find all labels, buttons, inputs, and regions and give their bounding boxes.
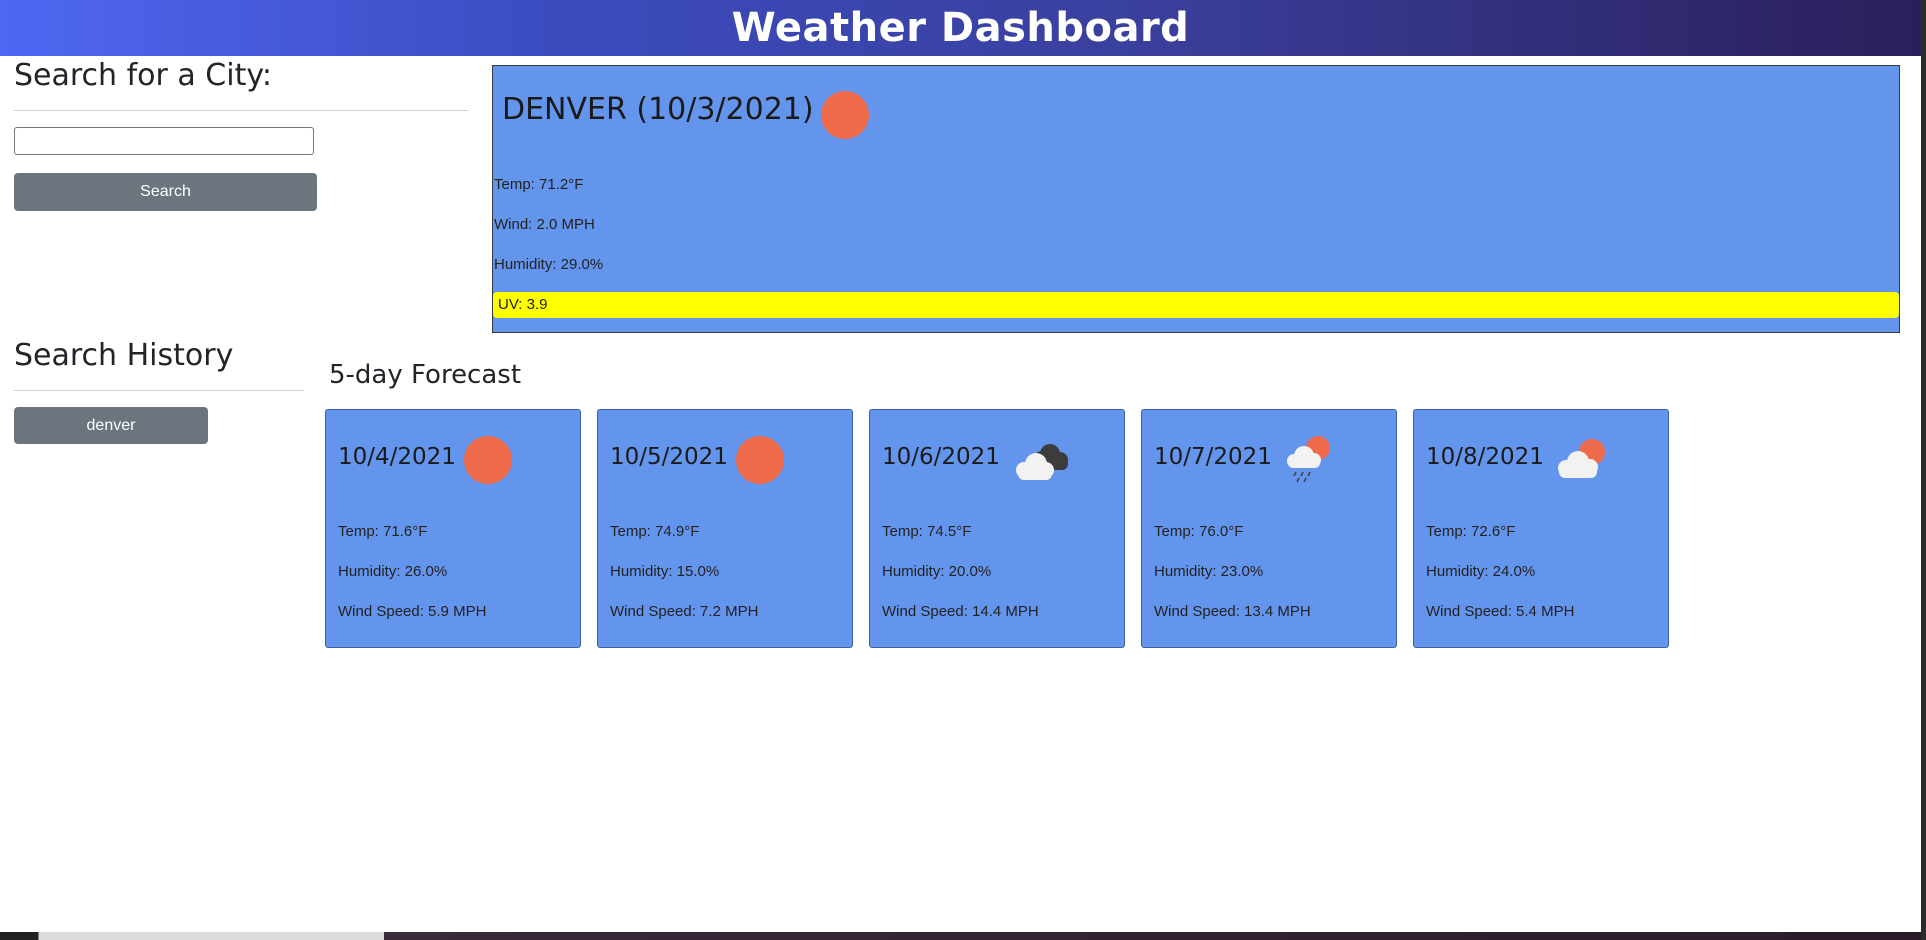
sun-icon [736,436,784,484]
forecast-wind: Wind Speed: 14.4 MPH [882,603,1039,620]
search-divider [14,110,468,111]
forecast-temp: Temp: 74.5°F [882,523,972,540]
forecast-date: 10/8/2021 [1426,444,1544,470]
current-temp: Temp: 71.2°F [494,176,584,193]
partly-cloudy-icon [1558,439,1605,478]
current-humidity: Humidity: 29.0% [494,256,604,273]
taskbar-strip [0,932,1921,940]
window-edge [1921,0,1926,940]
forecast-temp: Temp: 72.6°F [1426,523,1516,540]
current-wind: Wind: 2.0 MPH [494,216,595,233]
forecast-card: 10/4/2021 Temp: 71.6°F Humidity: 26.0% W… [325,409,581,648]
city-search-input[interactable] [14,127,314,155]
forecast-humidity: Humidity: 24.0% [1426,563,1536,580]
cloudy-icon [1016,444,1068,480]
current-city-title: DENVER (10/3/2021) [502,92,814,127]
forecast-temp: Temp: 74.9°F [610,523,700,540]
sun-icon [464,436,512,484]
forecast-temp: Temp: 76.0°F [1154,523,1244,540]
page-header: Weather Dashboard [0,0,1921,56]
forecast-wind: Wind Speed: 13.4 MPH [1154,603,1311,620]
forecast-card: 10/7/2021 Temp: 76.0°F Humidity: 23.0% W… [1141,409,1397,648]
rain-sun-icon [1287,436,1330,483]
forecast-card: 10/5/2021 Temp: 74.9°F Humidity: 15.0% W… [597,409,853,648]
history-divider [14,390,304,391]
forecast-wind: Wind Speed: 5.4 MPH [1426,603,1575,620]
forecast-humidity: Humidity: 20.0% [882,563,992,580]
forecast-humidity: Humidity: 23.0% [1154,563,1264,580]
forecast-heading: 5-day Forecast [329,360,522,390]
search-button[interactable]: Search [14,173,317,211]
forecast-date: 10/4/2021 [338,444,456,470]
forecast-humidity: Humidity: 15.0% [610,563,720,580]
forecast-humidity: Humidity: 26.0% [338,563,448,580]
current-weather-card: DENVER (10/3/2021) Temp: 71.2°F Wind: 2.… [492,65,1900,333]
history-heading: Search History [14,338,234,373]
forecast-wind: Wind Speed: 7.2 MPH [610,603,759,620]
sun-icon [821,91,869,139]
forecast-card: 10/8/2021 Temp: 72.6°F Humidity: 24.0% W… [1413,409,1669,648]
forecast-wind: Wind Speed: 5.9 MPH [338,603,487,620]
uv-index-bar: UV: 3.9 [493,292,1899,318]
forecast-card: 10/6/2021 Temp: 74.5°F Humidity: 20.0% W… [869,409,1125,648]
history-item-denver[interactable]: denver [14,407,208,444]
forecast-date: 10/5/2021 [610,444,728,470]
forecast-date: 10/6/2021 [882,444,1000,470]
forecast-temp: Temp: 71.6°F [338,523,428,540]
search-heading: Search for a City: [14,58,273,93]
forecast-date: 10/7/2021 [1154,444,1272,470]
page-title: Weather Dashboard [731,5,1190,51]
